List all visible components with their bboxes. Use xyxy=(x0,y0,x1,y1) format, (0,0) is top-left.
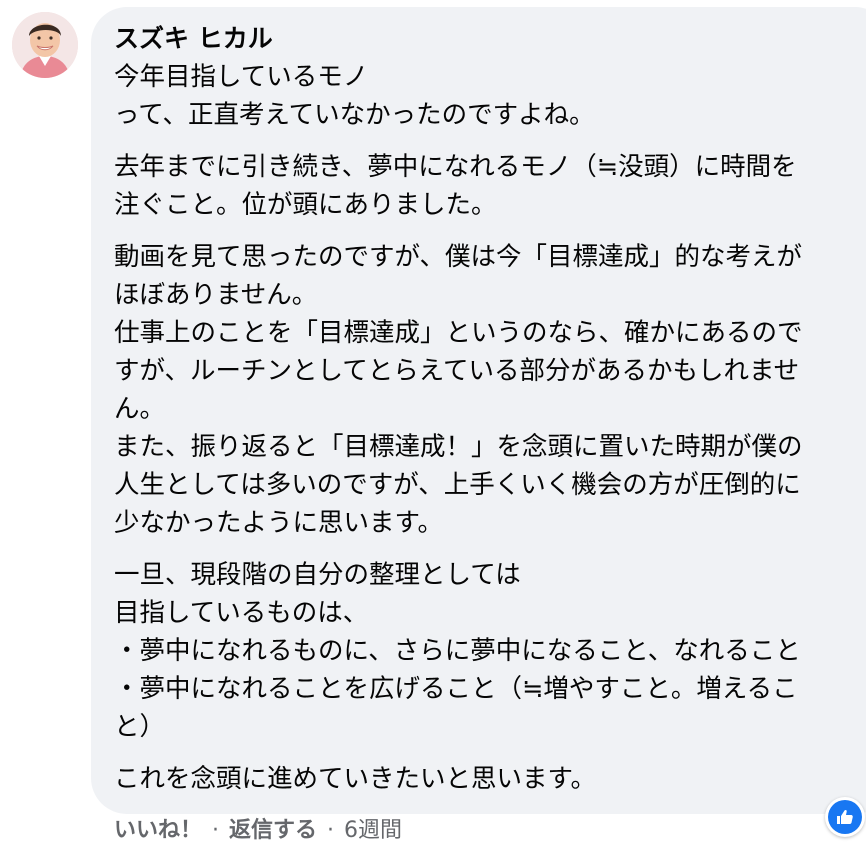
comment-paragraph: 動画を見て思ったのですが、僕は今「目標達成」的な考えが ほぼありません。仕事上のこ… xyxy=(114,238,866,542)
comment-actions: いいね！ · 返信する · 6週間 xyxy=(114,818,403,843)
comment-text-line: と） xyxy=(114,712,166,742)
comment-author-name[interactable]: スズキ ヒカル xyxy=(114,20,866,58)
comment-text-line: ほぼありません。 xyxy=(114,280,318,310)
comment-paragraph: 去年までに引き続き、夢中になれるモノ（≒没頭）に時間を 注ぐこと。位が頭にありまし… xyxy=(114,148,866,224)
comment-text-line: って、正直考えていなかったのですよね。 xyxy=(114,100,595,130)
avatar-photo xyxy=(12,12,78,78)
comment-paragraph: 今年目指しているモノって、正直考えていなかったのですよね。 xyxy=(114,58,866,134)
comment-text-line: 一旦、現段階の自分の整理としては xyxy=(114,560,521,590)
comment-body: 今年目指しているモノって、正直考えていなかったのですよね。去年までに引き続き、夢… xyxy=(114,58,866,798)
comment-paragraph: これを念頭に進めていきたいと思います。 xyxy=(114,760,866,798)
comment-paragraph: 一旦、現段階の自分の整理としては 目指しているものは、・夢中になれるものに、さらに… xyxy=(114,556,866,746)
comment-text-line: 今年目指しているモノ xyxy=(114,62,369,92)
reaction-badge[interactable] xyxy=(825,797,865,837)
comment-text-line: ・夢中になれることを広げること（≒増やすこと。増えるこ xyxy=(114,674,798,704)
comment-text-line: 人生としては多いのですが、上手くいく機会の方が圧倒的に xyxy=(114,470,801,500)
comment-text-line: これを念頭に進めていきたいと思います。 xyxy=(114,764,596,794)
comment-text-line: 少なかったように思います。 xyxy=(114,508,443,538)
comment-text-line: 仕事上のことを「目標達成」というのなら、確かにあるので xyxy=(114,318,803,348)
like-action[interactable]: いいね！ xyxy=(114,818,202,843)
author-avatar[interactable] xyxy=(12,12,78,78)
thumbs-up-icon xyxy=(837,810,853,824)
comment-text-line: 注ぐこと。位が頭にありました。 xyxy=(114,190,497,220)
comment-text-line: 動画を見て思ったのですが、僕は今「目標達成」的な考えが xyxy=(114,242,802,272)
comment-text-line: ・夢中になれるものに、さらに夢中になること、なれること xyxy=(114,636,801,666)
reply-action[interactable]: 返信する xyxy=(229,818,317,843)
comment-text-line: すが、ルーチンとしてとらえている部分があるかもしれませ xyxy=(114,356,800,386)
comment-text-line: 目指しているものは、 xyxy=(114,598,369,628)
comment-text-line: また、振り返ると「目標達成！」を念頭に置いた時期が僕の xyxy=(114,432,803,462)
comment-timestamp[interactable]: 6週間 xyxy=(344,818,402,843)
comment-text-line: 去年までに引き続き、夢中になれるモノ（≒没頭）に時間を xyxy=(114,152,797,182)
comment-text-line: ん。 xyxy=(114,394,166,424)
comment-content: スズキ ヒカル 今年目指しているモノって、正直考えていなかったのですよね。去年ま… xyxy=(114,20,866,798)
